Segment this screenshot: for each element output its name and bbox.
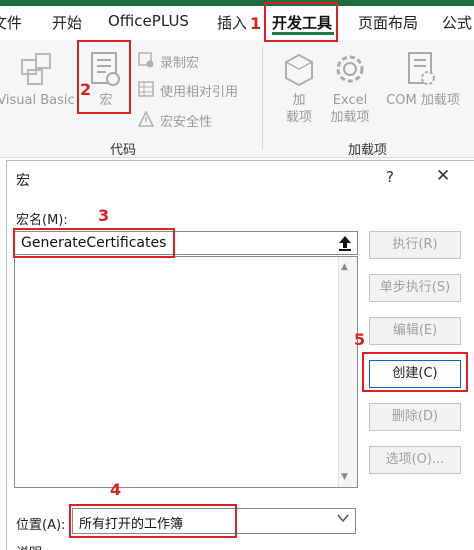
annotation-number-4: 4	[110, 480, 122, 499]
macros-icon[interactable]	[88, 50, 122, 88]
description-label: 说明	[16, 542, 42, 550]
chevron-down-icon[interactable]	[336, 511, 350, 525]
addins-icon[interactable]	[282, 52, 316, 88]
use-relative-reference-button[interactable]: 使用相对引用	[160, 81, 238, 100]
tab-page-layout[interactable]: 页面布局	[358, 12, 418, 33]
close-icon[interactable]: ✕	[436, 166, 450, 186]
options-button[interactable]: 选项(O)...	[369, 446, 461, 474]
excel-addins-gear-icon[interactable]	[332, 50, 368, 88]
tab-developer[interactable]: 开发工具	[272, 12, 332, 33]
upload-arrow-icon[interactable]	[334, 233, 356, 253]
code-group-label: 代码	[110, 143, 137, 158]
tab-insert[interactable]: 插入	[217, 12, 247, 33]
visual-basic-icon[interactable]	[18, 50, 56, 86]
macro-name-input[interactable]: GenerateCertificates	[14, 231, 358, 255]
macro-list-scrollbar[interactable]	[338, 257, 357, 487]
addins-label-line1[interactable]: 加	[284, 92, 314, 109]
scroll-down-arrow-icon[interactable]: ▼	[341, 472, 348, 482]
dialog-title: 宏	[16, 173, 30, 189]
com-addins-icon[interactable]	[404, 50, 438, 88]
addins-label-line2[interactable]: 载项	[279, 109, 319, 126]
annotation-number-5: 5	[354, 330, 366, 349]
macro-name-label: 宏名(M):	[16, 213, 68, 228]
run-button[interactable]: 执行(R)	[369, 231, 461, 259]
tab-formulas[interactable]: 公式	[442, 12, 472, 33]
scroll-up-arrow-icon[interactable]: ▲	[341, 262, 348, 272]
record-macro-icon	[138, 52, 154, 68]
macro-security-button[interactable]: 宏安全性	[160, 111, 212, 130]
record-macro-button[interactable]: 录制宏	[160, 52, 199, 71]
create-button[interactable]: 创建(C)	[369, 360, 461, 388]
tab-home[interactable]: 开始	[52, 12, 82, 33]
visual-basic-label[interactable]: Visual Basic	[0, 92, 78, 109]
excel-addins-label-line2[interactable]: 加载项	[326, 109, 374, 126]
relative-reference-icon	[138, 81, 154, 97]
warning-icon	[138, 111, 154, 127]
macros-label[interactable]: 宏	[96, 92, 116, 109]
step-into-button[interactable]: 单步执行(S)	[369, 274, 461, 302]
annotation-number-3: 3	[98, 206, 110, 225]
tab-file[interactable]: 文件	[0, 12, 22, 33]
com-addins-label[interactable]: COM 加载项	[378, 92, 468, 109]
ribbon-tab-bar: 文件 开始 OfficePLUS 插入 开发工具 页面布局 公式	[0, 6, 474, 40]
delete-button[interactable]: 删除(D)	[369, 403, 461, 431]
location-select[interactable]: 所有打开的工作簿	[72, 508, 356, 534]
macro-list[interactable]	[14, 256, 358, 488]
help-button[interactable]: ?	[386, 168, 394, 186]
addins-group-label: 加载项	[348, 143, 388, 158]
tab-officeplus[interactable]: OfficePLUS	[108, 12, 189, 30]
annotation-number-2: 2	[80, 80, 92, 99]
excel-addins-label-line1[interactable]: Excel	[326, 92, 374, 109]
edit-button[interactable]: 编辑(E)	[369, 317, 461, 345]
location-label: 位置(A):	[16, 518, 66, 533]
active-tab-underline	[272, 32, 334, 35]
ribbon-group-divider	[262, 46, 263, 150]
annotation-number-1: 1	[250, 14, 262, 33]
